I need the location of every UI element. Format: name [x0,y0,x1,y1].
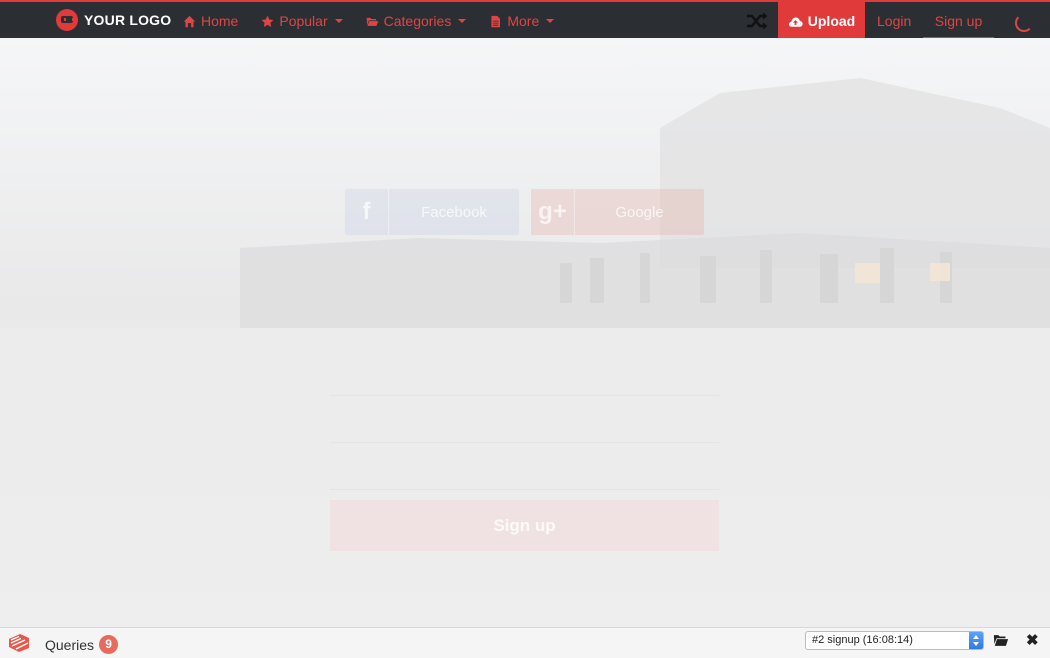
nav-item-categories[interactable]: Categories [366,2,478,40]
nav-item-more[interactable]: More [489,2,565,40]
top-navbar: YOUR LOGO Home Popular Categories More U… [0,0,1050,40]
facebook-icon: f [345,189,389,235]
caret-down-icon [546,19,555,23]
main-nav: Home Popular Categories More [183,2,577,40]
google-plus-icon: g+ [531,189,575,235]
username-field[interactable] [330,356,719,396]
debug-bar: Queries 9 #2 signup (16:08:14) ✖ [0,627,1050,658]
upload-label: Upload [807,13,856,29]
signup-submit-button[interactable]: Sign up [330,500,719,551]
signup-link[interactable]: Sign up [923,2,994,40]
select-arrows-icon [969,632,983,649]
close-icon[interactable]: ✖ [1026,631,1039,649]
loading-spinner-icon [1015,14,1033,32]
queries-count-badge: 9 [99,635,119,654]
debugbar-logo-icon[interactable] [8,633,30,653]
nav-item-label: Categories [383,13,452,29]
folder-open-icon[interactable] [993,634,1009,647]
nav-item-label: Popular [279,13,328,29]
request-select[interactable]: #2 signup (16:08:14) [805,631,984,650]
cloud-upload-icon [788,16,803,27]
google-label: Google [615,203,664,221]
queries-label: Queries [45,636,95,653]
shuffle-icon[interactable] [746,12,768,30]
facebook-login-button[interactable]: f Facebook [345,189,519,235]
file-icon [491,15,501,27]
logo-icon [56,9,78,31]
logo-text: YOUR LOGO [84,12,172,28]
request-select-value: #2 signup (16:08:14) [812,634,913,646]
home-icon [183,15,196,27]
nav-item-label: Home [201,13,239,29]
queries-tab[interactable]: Queries 9 [45,635,119,654]
star-icon [261,15,274,27]
password-field[interactable] [330,450,719,490]
site-logo[interactable]: YOUR LOGO [56,8,171,32]
nav-item-popular[interactable]: Popular [261,2,353,40]
nav-item-home[interactable]: Home [183,2,249,40]
nav-item-label: More [507,13,540,29]
google-login-button[interactable]: g+ Google [531,189,704,235]
signup-hero: f Facebook g+ Google Sign up [0,38,1050,627]
folder-open-icon [366,17,378,26]
facebook-label: Facebook [421,203,487,221]
caret-down-icon [334,19,343,23]
login-link[interactable]: Login [877,2,911,40]
upload-button[interactable]: Upload [778,2,865,40]
email-field[interactable] [330,403,719,443]
caret-down-icon [458,19,467,23]
